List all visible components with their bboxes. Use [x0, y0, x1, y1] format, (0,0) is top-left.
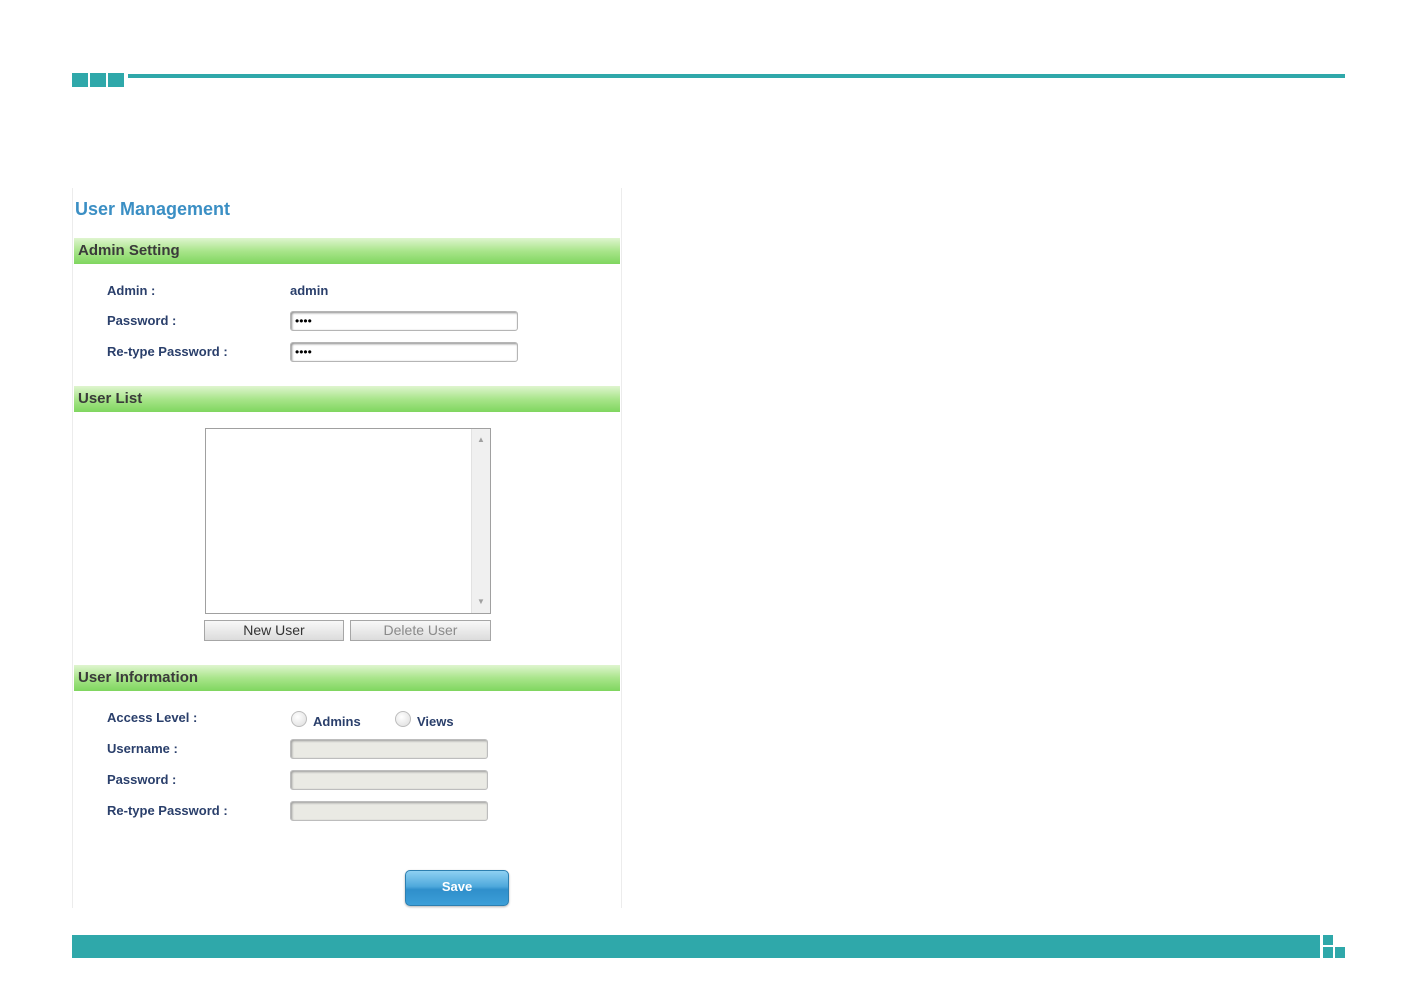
views-radio-label: Views — [417, 714, 454, 729]
header-square-2 — [90, 73, 106, 87]
header-square-1 — [72, 73, 88, 87]
admin-password-input[interactable] — [290, 311, 518, 331]
username-label: Username : — [107, 741, 178, 756]
save-button[interactable]: Save — [405, 870, 509, 906]
user-list-header: User List — [74, 386, 620, 412]
page-title: User Management — [75, 199, 231, 219]
user-password-label: Password : — [107, 772, 177, 787]
footer-square-3 — [1335, 947, 1345, 958]
user-retype-label: Re-type Password : — [107, 803, 228, 818]
user-information-header: User Information — [74, 665, 620, 691]
admins-radio-label: Admins — [313, 714, 361, 729]
user-retype-input[interactable] — [290, 801, 488, 821]
views-radio[interactable] — [395, 711, 411, 727]
admin-password-label: Password : — [107, 313, 177, 328]
admin-retype-input[interactable] — [290, 342, 518, 362]
delete-user-button[interactable]: Delete User — [350, 620, 491, 641]
header-line — [128, 74, 1345, 78]
admins-radio[interactable] — [291, 711, 307, 727]
header-square-3 — [108, 73, 124, 87]
admin-label: Admin : — [107, 283, 156, 298]
footer-square-2 — [1323, 947, 1333, 958]
new-user-button[interactable]: New User — [204, 620, 344, 641]
footer-bar — [72, 935, 1320, 958]
user-password-input[interactable] — [290, 770, 488, 790]
scroll-down-icon[interactable]: ▼ — [472, 597, 490, 607]
user-listbox[interactable]: ▲ ▼ — [205, 428, 491, 614]
user-management-panel: User Management Admin Setting Admin : ad… — [72, 188, 622, 908]
username-input[interactable] — [290, 739, 488, 759]
admin-value: admin — [290, 283, 329, 298]
listbox-scrollbar[interactable]: ▲ ▼ — [471, 429, 490, 613]
footer-square-1 — [1323, 935, 1333, 945]
access-level-label: Access Level : — [107, 710, 198, 725]
scroll-up-icon[interactable]: ▲ — [472, 435, 490, 445]
admin-retype-label: Re-type Password : — [107, 344, 228, 359]
admin-setting-header: Admin Setting — [74, 238, 620, 264]
